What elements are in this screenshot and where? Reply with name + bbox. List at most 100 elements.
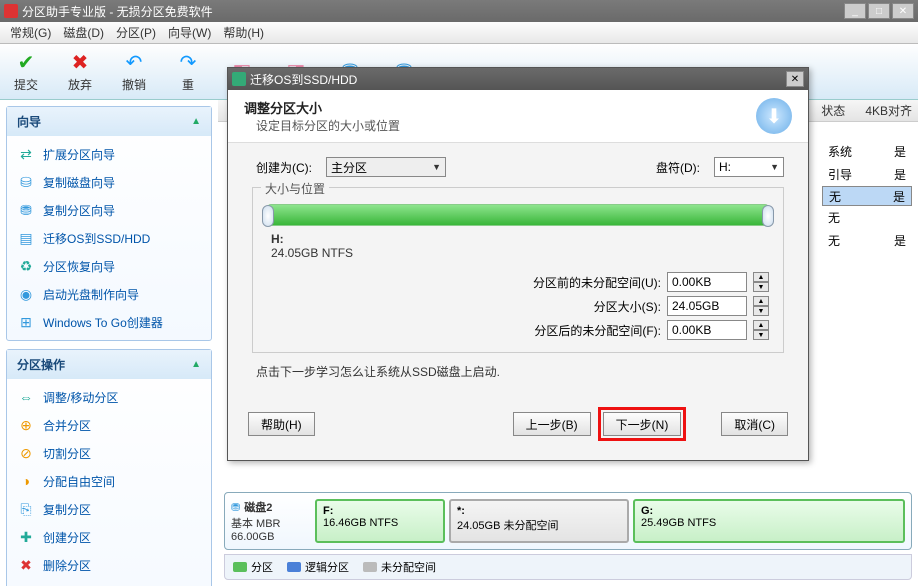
help-button[interactable]: 帮助(H) [248, 412, 315, 436]
sidebar-item-alloc[interactable]: ◑分配自由空间 [7, 467, 211, 495]
ops-panel-header[interactable]: 分区操作 ▲ [7, 350, 211, 379]
sidebar-item-resize[interactable]: ⇔调整/移动分区 [7, 383, 211, 411]
menu-general[interactable]: 常规(G) [6, 22, 55, 43]
spin-up-icon[interactable]: ▲ [753, 272, 769, 282]
spinner[interactable]: ▲▼ [753, 296, 769, 316]
table-row[interactable]: 无 [822, 206, 912, 229]
partition-g[interactable]: G: 25.49GB NTFS [633, 499, 905, 543]
dialog-footer: 帮助(H) 上一步(B) 下一步(N) 取消(C) [228, 404, 808, 444]
dialog-title: 迁移OS到SSD/HDD [250, 71, 786, 88]
sidebar-item-copy-partition[interactable]: ⛃复制分区向导 [7, 196, 211, 224]
maximize-button[interactable]: □ [868, 3, 890, 19]
split-icon: ⊘ [17, 444, 35, 462]
merge-icon: ⊕ [17, 416, 35, 434]
col-align: 4KB对齐 [865, 102, 912, 119]
spin-down-icon[interactable]: ▼ [753, 282, 769, 292]
delete-icon: ✖ [17, 556, 35, 574]
partition-f[interactable]: F: 16.46GB NTFS [315, 499, 445, 543]
chevron-down-icon: ▼ [432, 162, 441, 172]
menu-bar: 常规(G) 磁盘(D) 分区(P) 向导(W) 帮助(H) [0, 22, 918, 44]
size-input[interactable]: 24.05GB [667, 296, 747, 316]
ops-list: ⇔调整/移动分区 ⊕合并分区 ⊘切割分区 ◑分配自由空间 ⎘复制分区 ✚创建分区… [7, 379, 211, 586]
app-icon [4, 4, 18, 18]
partition-rows-right: 系统是 引导是 无是 无 无是 [822, 140, 912, 252]
legend-logical: 逻辑分区 [287, 559, 349, 575]
redo-button[interactable]: ↷ 重 [170, 50, 206, 93]
spinner[interactable]: ▲▼ [753, 320, 769, 340]
menu-help[interactable]: 帮助(H) [219, 22, 268, 43]
dialog-tip: 点击下一步学习怎么让系统从SSD磁盘上启动. [256, 363, 780, 380]
partition-copy-icon: ⛃ [17, 201, 35, 219]
table-row[interactable]: 系统是 [822, 140, 912, 163]
partition-slider[interactable] [267, 204, 769, 226]
spin-down-icon[interactable]: ▼ [753, 306, 769, 316]
wizard-list: ⇄扩展分区向导 ⛁复制磁盘向导 ⛃复制分区向导 ▤迁移OS到SSD/HDD ♻分… [7, 136, 211, 340]
window-title: 分区助手专业版 - 无损分区免费软件 [22, 3, 844, 20]
col-status: 状态 [821, 102, 845, 119]
back-button[interactable]: 上一步(B) [513, 412, 591, 436]
window-controls: _ □ ✕ [844, 3, 914, 19]
windows-icon: ⊞ [17, 313, 35, 331]
sidebar-item-split[interactable]: ⊘切割分区 [7, 439, 211, 467]
sidebar-item-format[interactable]: ▦格式化分区 [7, 579, 211, 586]
partition-unalloc[interactable]: *: 24.05GB 未分配空间 [449, 499, 629, 543]
unalloc-after-input[interactable]: 0.00KB [667, 320, 747, 340]
sidebar-item-copy-disk[interactable]: ⛁复制磁盘向导 [7, 168, 211, 196]
unalloc-before-input[interactable]: 0.00KB [667, 272, 747, 292]
resize-icon: ⇔ [17, 388, 35, 406]
copy-icon: ⎘ [17, 500, 35, 518]
migrate-dialog: 迁移OS到SSD/HDD ✕ 调整分区大小 设定目标分区的大小或位置 ⬇ 创建为… [227, 67, 809, 461]
sidebar: 向导 ▲ ⇄扩展分区向导 ⛁复制磁盘向导 ⛃复制分区向导 ▤迁移OS到SSD/H… [0, 100, 218, 586]
menu-partition[interactable]: 分区(P) [112, 22, 160, 43]
disk-label: ⛃磁盘2 基本 MBR 66.00GB [231, 499, 311, 543]
disk-icon: ⛃ [231, 501, 240, 514]
create-as-label: 创建为(C): [252, 159, 312, 176]
cancel-button[interactable]: 取消(C) [721, 412, 788, 436]
slider-handle-right[interactable] [762, 205, 774, 227]
x-icon: ✖ [68, 50, 92, 74]
dialog-icon [232, 72, 246, 86]
sidebar-item-delete[interactable]: ✖删除分区 [7, 551, 211, 579]
menu-disk[interactable]: 磁盘(D) [59, 22, 108, 43]
drive-letter-label: 盘符(D): [640, 159, 700, 176]
sidebar-item-migrate-os[interactable]: ▤迁移OS到SSD/HDD [7, 224, 211, 252]
slider-handle-left[interactable] [262, 205, 274, 227]
create-as-row: 创建为(C): 主分区▼ 盘符(D): H:▼ [252, 157, 784, 177]
sidebar-item-create[interactable]: ✚创建分区 [7, 523, 211, 551]
dialog-header: 调整分区大小 设定目标分区的大小或位置 ⬇ [228, 90, 808, 143]
sidebar-item-boot-disc[interactable]: ◉启动光盘制作向导 [7, 280, 211, 308]
spinner[interactable]: ▲▼ [753, 272, 769, 292]
spin-up-icon[interactable]: ▲ [753, 296, 769, 306]
table-row[interactable]: 无是 [822, 229, 912, 252]
next-button[interactable]: 下一步(N) [603, 412, 682, 436]
minimize-button[interactable]: _ [844, 3, 866, 19]
check-icon: ✔ [14, 50, 38, 74]
undo-button[interactable]: ↶ 撤销 [116, 50, 152, 93]
sidebar-item-extend[interactable]: ⇄扩展分区向导 [7, 140, 211, 168]
dialog-close-button[interactable]: ✕ [786, 71, 804, 87]
menu-wizard[interactable]: 向导(W) [164, 22, 215, 43]
disk-copy-icon: ⛁ [17, 173, 35, 191]
drive-letter-select[interactable]: H:▼ [714, 157, 784, 177]
alloc-icon: ◑ [17, 472, 35, 490]
table-row[interactable]: 引导是 [822, 163, 912, 186]
table-row[interactable]: 无是 [822, 186, 912, 206]
create-icon: ✚ [17, 528, 35, 546]
discard-button[interactable]: ✖ 放弃 [62, 50, 98, 93]
sidebar-item-copy[interactable]: ⎘复制分区 [7, 495, 211, 523]
spin-down-icon[interactable]: ▼ [753, 330, 769, 340]
group-legend: 大小与位置 [261, 180, 329, 197]
sidebar-item-wtg[interactable]: ⊞Windows To Go创建器 [7, 308, 211, 336]
create-as-select[interactable]: 主分区▼ [326, 157, 446, 177]
dialog-body: 创建为(C): 主分区▼ 盘符(D): H:▼ 大小与位置 H: 24.05GB… [228, 143, 808, 404]
sidebar-item-recovery[interactable]: ♻分区恢复向导 [7, 252, 211, 280]
wizard-panel-title: 向导 [17, 113, 41, 130]
commit-button[interactable]: ✔ 提交 [8, 50, 44, 93]
close-button[interactable]: ✕ [892, 3, 914, 19]
wizard-panel-header[interactable]: 向导 ▲ [7, 107, 211, 136]
sidebar-item-merge[interactable]: ⊕合并分区 [7, 411, 211, 439]
ssd-icon: ▤ [17, 229, 35, 247]
restore-icon: ♻ [17, 257, 35, 275]
spin-up-icon[interactable]: ▲ [753, 320, 769, 330]
unalloc-before-row: 分区前的未分配空间(U): 0.00KB ▲▼ [267, 272, 769, 292]
